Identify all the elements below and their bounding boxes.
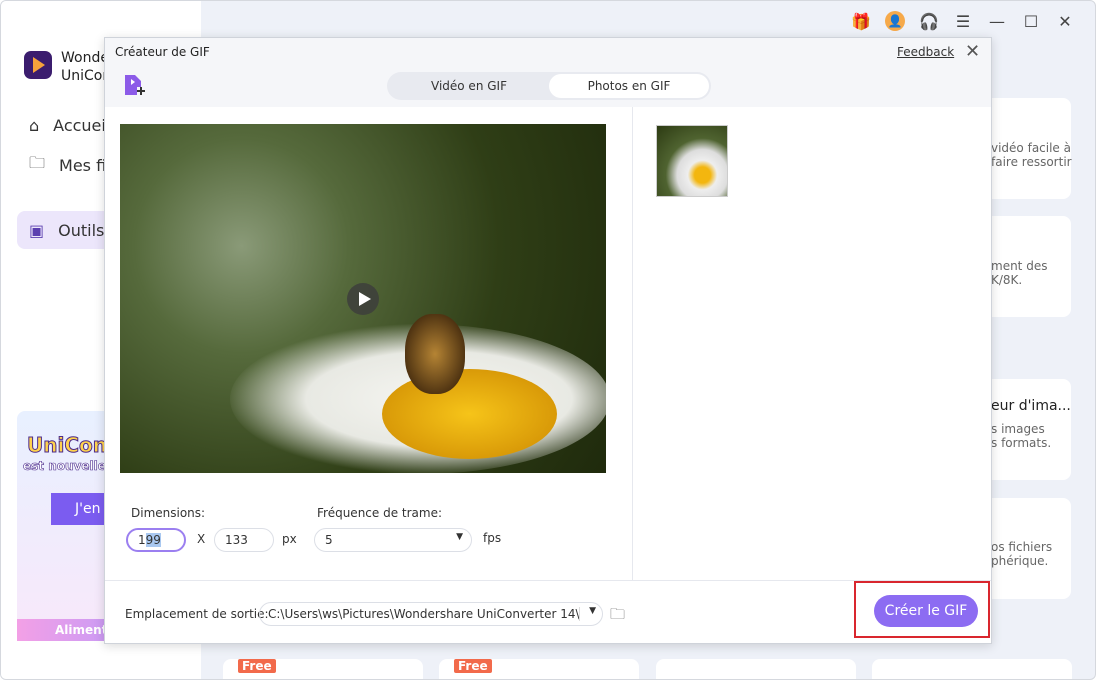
frame-rate-label: Fréquence de trame:: [317, 506, 443, 520]
promo-banner[interactable]: UniConv est nouvellem J'en Alimenté: [17, 411, 121, 641]
maximize-icon[interactable]: ☐: [1021, 11, 1041, 31]
free-badge: Free: [454, 659, 492, 673]
photo-thumbnail[interactable]: [656, 125, 728, 197]
output-path-select[interactable]: C:\Users\ws\Pictures\Wondershare UniConv…: [259, 602, 603, 626]
gift-icon[interactable]: 🎁: [851, 11, 871, 31]
px-label: px: [282, 532, 297, 546]
height-input[interactable]: 133: [214, 528, 274, 552]
add-file-icon[interactable]: [123, 73, 147, 97]
promo-footer: Alimenté: [17, 619, 117, 641]
tool-card[interactable]: [656, 659, 856, 679]
preview-image: [120, 124, 606, 473]
close-icon[interactable]: ✕: [1055, 11, 1075, 31]
dialog-close-icon[interactable]: ✕: [965, 41, 980, 62]
width-input[interactable]: 199: [126, 528, 186, 552]
dimensions-label: Dimensions:: [131, 506, 206, 520]
mode-tabs: Vidéo en GIF Photos en GIF: [387, 72, 711, 100]
output-path-value: C:\Users\ws\Pictures\Wondershare UniConv…: [268, 607, 580, 621]
chevron-down-icon: ▼: [456, 532, 463, 542]
width-value: 199: [138, 533, 161, 547]
fps-label: fps: [483, 531, 502, 545]
highlight-box: [854, 581, 990, 638]
divider: [632, 107, 633, 580]
home-icon: ⌂: [29, 115, 40, 135]
output-label: Emplacement de sortie:: [125, 607, 269, 621]
free-badge: Free: [238, 659, 276, 673]
tool-card[interactable]: [872, 659, 1072, 679]
frame-rate-select[interactable]: 5 ▼: [314, 528, 472, 552]
chevron-down-icon: ▼: [589, 606, 596, 616]
dialog-title: Créateur de GIF: [115, 45, 210, 59]
top-bar: 🎁 👤 🎧 ☰ — ☐ ✕: [851, 1, 1095, 41]
card-title: eur d'ima...: [991, 398, 1071, 414]
minimize-icon[interactable]: —: [987, 11, 1007, 31]
card-desc: ment des K/8K.: [991, 259, 1048, 287]
avatar[interactable]: 👤: [885, 11, 905, 31]
sidebar-item-label: Accueil: [53, 115, 111, 135]
x-label: X: [197, 532, 206, 546]
tab-video-to-gif[interactable]: Vidéo en GIF: [389, 74, 549, 98]
card-desc: s images s formats.: [991, 422, 1052, 450]
folder-icon[interactable]: 🗀: [610, 604, 625, 629]
card-desc: vidéo facile à faire ressortir: [991, 141, 1072, 169]
frame-rate-value: 5: [325, 533, 333, 547]
toolbox-icon: ▣: [29, 220, 45, 240]
headset-icon[interactable]: 🎧: [919, 11, 939, 31]
sidebar-item-label: Outils: [58, 220, 105, 240]
menu-icon[interactable]: ☰: [953, 11, 973, 31]
gif-maker-dialog: Créateur de GIF Feedback ✕ Vidéo en GIF …: [104, 37, 992, 644]
folder-icon: 🗀: [29, 152, 46, 172]
card-desc: os fichiers phérique.: [991, 540, 1053, 568]
tab-photos-to-gif[interactable]: Photos en GIF: [549, 74, 709, 98]
feedback-link[interactable]: Feedback: [897, 45, 954, 59]
play-icon[interactable]: [347, 283, 379, 315]
app-logo: [24, 51, 52, 79]
